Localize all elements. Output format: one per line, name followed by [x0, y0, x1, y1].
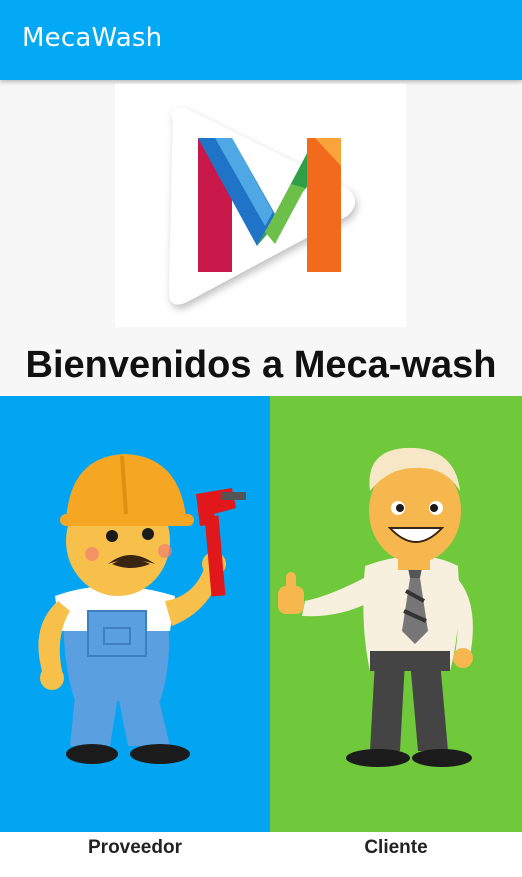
plumber-worker-icon — [38, 454, 246, 764]
app-logo — [115, 84, 406, 327]
provider-option-button[interactable] — [0, 396, 270, 832]
client-label[interactable]: Cliente — [270, 837, 522, 859]
welcome-heading: Bienvenidos a Meca-wash — [25, 344, 497, 386]
client-option-button[interactable] — [270, 396, 522, 832]
provider-label[interactable]: Proveedor — [0, 837, 270, 859]
businessman-thumbs-up-icon — [278, 447, 473, 767]
app-title: MecaWash — [22, 23, 163, 53]
meca-logo-icon — [169, 107, 355, 305]
app-bar: MecaWash — [0, 0, 522, 80]
